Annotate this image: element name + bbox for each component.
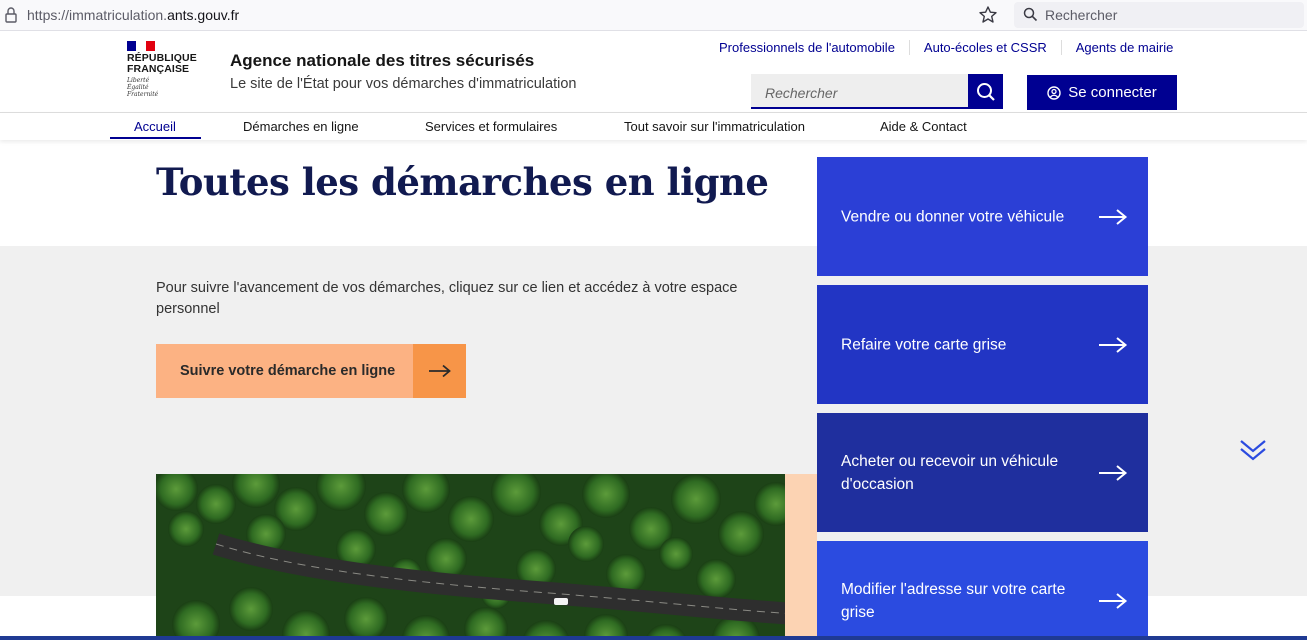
- arrow-right-icon: [413, 344, 466, 398]
- french-flag-icon: [127, 41, 155, 51]
- site-search-button[interactable]: [968, 74, 1003, 109]
- nav-item-aide-contact[interactable]: Aide & Contact: [880, 119, 967, 134]
- motto-fraternite: Fraternité: [127, 91, 159, 98]
- card-label: Modifier l'adresse sur votre carte grise: [841, 580, 1066, 621]
- url-prefix: https://immatriculation.: [27, 7, 168, 23]
- card-label: Vendre ou donner votre véhicule: [841, 208, 1065, 225]
- agency-block[interactable]: Agence nationale des titres sécurisés Le…: [230, 51, 576, 92]
- forest-road-image: [156, 474, 785, 640]
- browser-search-field[interactable]: Rechercher: [1014, 2, 1304, 28]
- motto-liberte: Liberté: [127, 77, 150, 84]
- agency-tagline: Le site de l'État pour vos démarches d'i…: [230, 76, 577, 92]
- site-header: RÉPUBLIQUE FRANÇAISE Liberté Égalité Fra…: [0, 31, 1307, 113]
- address-bar-url[interactable]: https://immatriculation.ants.gouv.fr: [27, 7, 239, 23]
- lock-icon: [5, 7, 17, 23]
- site-search-placeholder: Rechercher: [765, 85, 838, 101]
- decorative-peach-block: [785, 474, 817, 640]
- nav-item-services[interactable]: Services et formulaires: [425, 119, 557, 134]
- nav-item-demarches[interactable]: Démarches en ligne: [243, 119, 359, 134]
- search-icon: [976, 82, 995, 101]
- intro-text: Pour suivre l'avancement de vos démarche…: [156, 280, 738, 317]
- bottom-border: [0, 636, 1307, 640]
- follow-demarche-button[interactable]: Suivre votre démarche en ligne: [156, 344, 466, 398]
- link-auto-ecoles[interactable]: Auto-écoles et CSSR: [908, 40, 1061, 55]
- main-navigation: Accueil Démarches en ligne Services et f…: [0, 113, 1307, 140]
- browser-search-placeholder: Rechercher: [1045, 7, 1118, 23]
- site-search-input[interactable]: Rechercher: [751, 74, 969, 109]
- scroll-down-chevron-icon[interactable]: [1238, 438, 1268, 462]
- arrow-right-icon: [1099, 592, 1128, 609]
- nav-item-tout-savoir[interactable]: Tout savoir sur l'immatriculation: [624, 119, 805, 134]
- republique-francaise-logo[interactable]: RÉPUBLIQUE FRANÇAISE Liberté Égalité Fra…: [127, 41, 207, 98]
- page-title: Toutes les démarches en ligne: [156, 160, 769, 204]
- arrow-right-icon: [1099, 336, 1128, 353]
- link-professionnels[interactable]: Professionnels de l'automobile: [705, 40, 909, 55]
- nav-active-indicator: [110, 137, 201, 139]
- card-acheter-vehicule-occasion[interactable]: Acheter ou recevoir un véhicule d'occasi…: [817, 413, 1148, 532]
- login-button[interactable]: Se connecter: [1027, 75, 1177, 110]
- bookmark-star-icon[interactable]: [978, 5, 998, 25]
- login-label: Se connecter: [1068, 84, 1157, 101]
- nav-item-accueil[interactable]: Accueil: [134, 119, 176, 134]
- search-icon: [1023, 7, 1038, 22]
- card-refaire-carte-grise[interactable]: Refaire votre carte grise: [817, 285, 1148, 404]
- url-domain: ants.gouv.fr: [167, 7, 240, 23]
- link-agents-mairie[interactable]: Agents de mairie: [1060, 40, 1188, 55]
- card-label: Refaire votre carte grise: [841, 336, 1007, 353]
- top-links: Professionnels de l'automobile Auto-écol…: [705, 40, 1187, 55]
- card-modifier-adresse[interactable]: Modifier l'adresse sur votre carte grise: [817, 541, 1148, 640]
- user-account-icon: [1047, 85, 1061, 100]
- arrow-right-icon: [1099, 464, 1128, 481]
- arrow-right-icon: [1099, 208, 1128, 225]
- card-vendre-vehicule[interactable]: Vendre ou donner votre véhicule: [817, 157, 1148, 276]
- motto-egalite: Égalité: [127, 84, 149, 91]
- follow-button-label: Suivre votre démarche en ligne: [180, 363, 396, 379]
- card-label: Acheter ou recevoir un véhicule d'occasi…: [841, 452, 1059, 493]
- browser-toolbar: https://immatriculation.ants.gouv.fr Rec…: [0, 0, 1307, 31]
- logo-motto: Liberté Égalité Fraternité: [127, 77, 207, 98]
- logo-line2: FRANÇAISE: [127, 63, 190, 75]
- agency-name: Agence nationale des titres sécurisés: [230, 51, 535, 70]
